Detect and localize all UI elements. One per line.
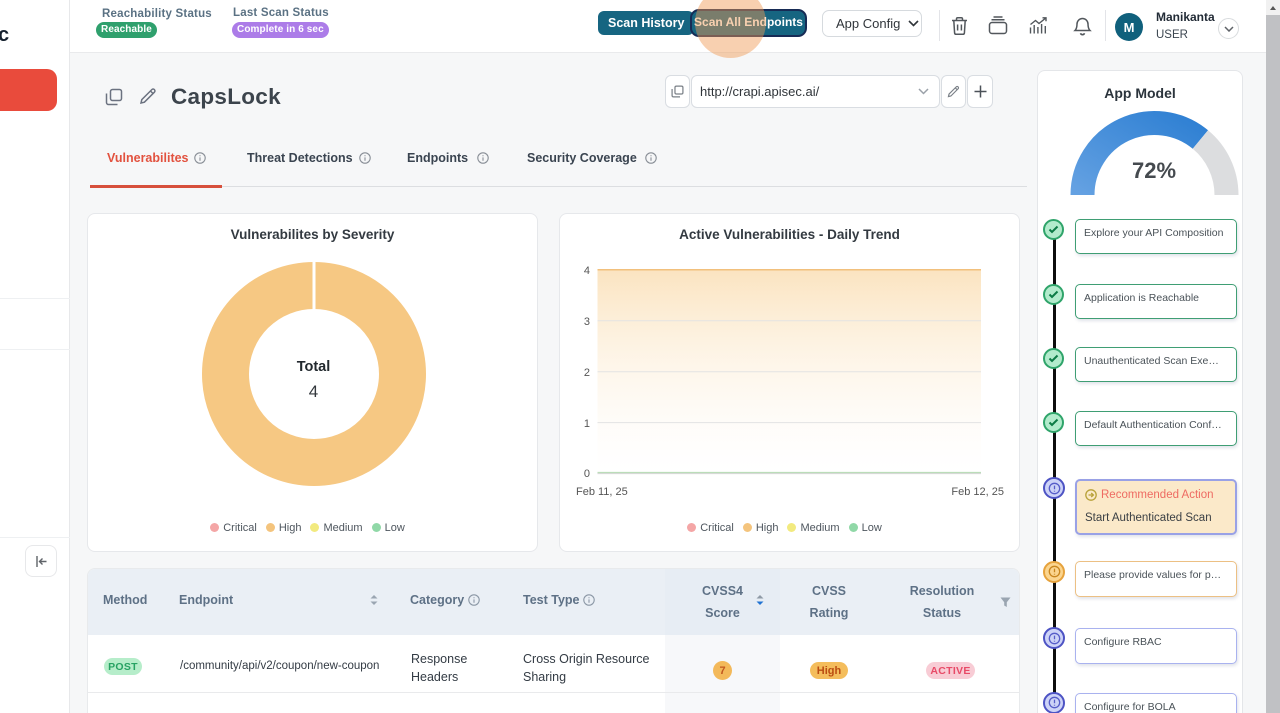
svg-text:2: 2 [584, 367, 590, 379]
svg-text:3: 3 [584, 316, 590, 328]
svg-text:Feb 12, 25: Feb 12, 25 [951, 486, 1004, 498]
svg-text:0: 0 [584, 468, 590, 480]
svg-text:Feb 11, 25: Feb 11, 25 [576, 486, 628, 498]
svg-text:1: 1 [584, 418, 590, 430]
svg-text:4: 4 [584, 265, 590, 277]
